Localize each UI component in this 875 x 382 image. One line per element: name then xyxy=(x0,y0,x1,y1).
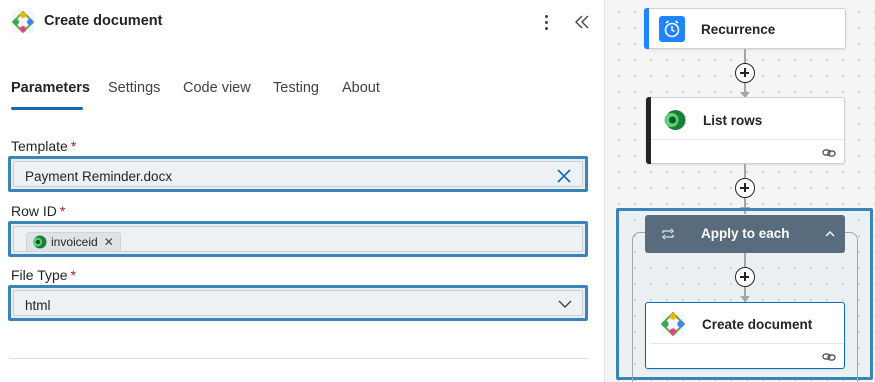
step-title: List rows xyxy=(703,113,763,128)
token-label: invoiceid xyxy=(51,235,98,249)
chevron-up-icon[interactable] xyxy=(825,230,835,238)
link-icon xyxy=(822,353,836,361)
dynamic-content-token[interactable]: invoiceid ✕ xyxy=(26,232,121,252)
required-marker: * xyxy=(70,267,76,283)
file-type-dropdown[interactable]: html xyxy=(13,290,583,316)
active-tab-indicator xyxy=(11,107,83,110)
loop-icon xyxy=(662,228,674,240)
dataverse-icon xyxy=(33,235,47,249)
file-type-value: html xyxy=(25,298,51,313)
required-marker: * xyxy=(59,203,66,219)
row-id-input[interactable]: invoiceid ✕ xyxy=(13,226,583,252)
template-input[interactable]: Payment Reminder.docx xyxy=(13,161,583,187)
row-id-field-highlight: invoiceid ✕ xyxy=(8,221,588,257)
flow-canvas[interactable]: Recurrence List rows Apply to each Creat… xyxy=(605,0,875,382)
tab-code-view[interactable]: Code view xyxy=(183,80,251,96)
create-document-icon xyxy=(11,10,35,34)
step-title: Create document xyxy=(702,317,813,332)
flow-step-recurrence[interactable]: Recurrence xyxy=(644,8,846,49)
add-step-button[interactable] xyxy=(735,63,755,83)
action-details-panel: Create document Parameters Settings Code… xyxy=(0,0,604,382)
more-vertical-icon[interactable] xyxy=(538,11,554,33)
row-id-label: Row ID * xyxy=(11,203,66,219)
template-value: Payment Reminder.docx xyxy=(25,169,173,184)
required-marker: * xyxy=(70,138,77,154)
flow-step-list-rows[interactable]: List rows xyxy=(646,97,845,164)
link-icon xyxy=(822,149,836,157)
tab-parameters[interactable]: Parameters xyxy=(11,80,90,96)
template-label: Template * xyxy=(11,138,77,154)
step-title: Apply to each xyxy=(701,226,790,241)
create-document-icon xyxy=(660,311,686,337)
step-footer xyxy=(650,343,844,369)
add-step-button[interactable] xyxy=(735,178,755,198)
clock-icon xyxy=(659,16,685,42)
file-type-label: File Type * xyxy=(11,267,76,283)
chevron-down-icon[interactable] xyxy=(558,299,572,309)
template-field-highlight: Payment Reminder.docx xyxy=(8,156,588,192)
panel-title: Create document xyxy=(44,13,163,29)
tab-about[interactable]: About xyxy=(342,80,380,96)
flow-step-apply-to-each[interactable]: Apply to each xyxy=(645,215,845,253)
dataverse-icon xyxy=(664,110,686,130)
tab-testing[interactable]: Testing xyxy=(273,80,319,96)
step-accent-bar xyxy=(644,8,649,49)
panel-header: Create document xyxy=(0,0,604,44)
remove-token-icon[interactable]: ✕ xyxy=(104,235,114,249)
section-divider xyxy=(9,358,589,359)
clear-icon[interactable] xyxy=(556,168,572,184)
add-step-button[interactable] xyxy=(735,267,755,287)
file-type-field-highlight: html xyxy=(8,285,588,321)
step-footer xyxy=(651,139,844,165)
tab-list: Parameters Settings Code view Testing Ab… xyxy=(0,72,600,112)
collapse-panel-icon[interactable] xyxy=(573,12,591,32)
flow-step-create-document[interactable]: Create document xyxy=(645,302,845,369)
tab-settings[interactable]: Settings xyxy=(108,80,160,96)
step-title: Recurrence xyxy=(701,22,776,37)
